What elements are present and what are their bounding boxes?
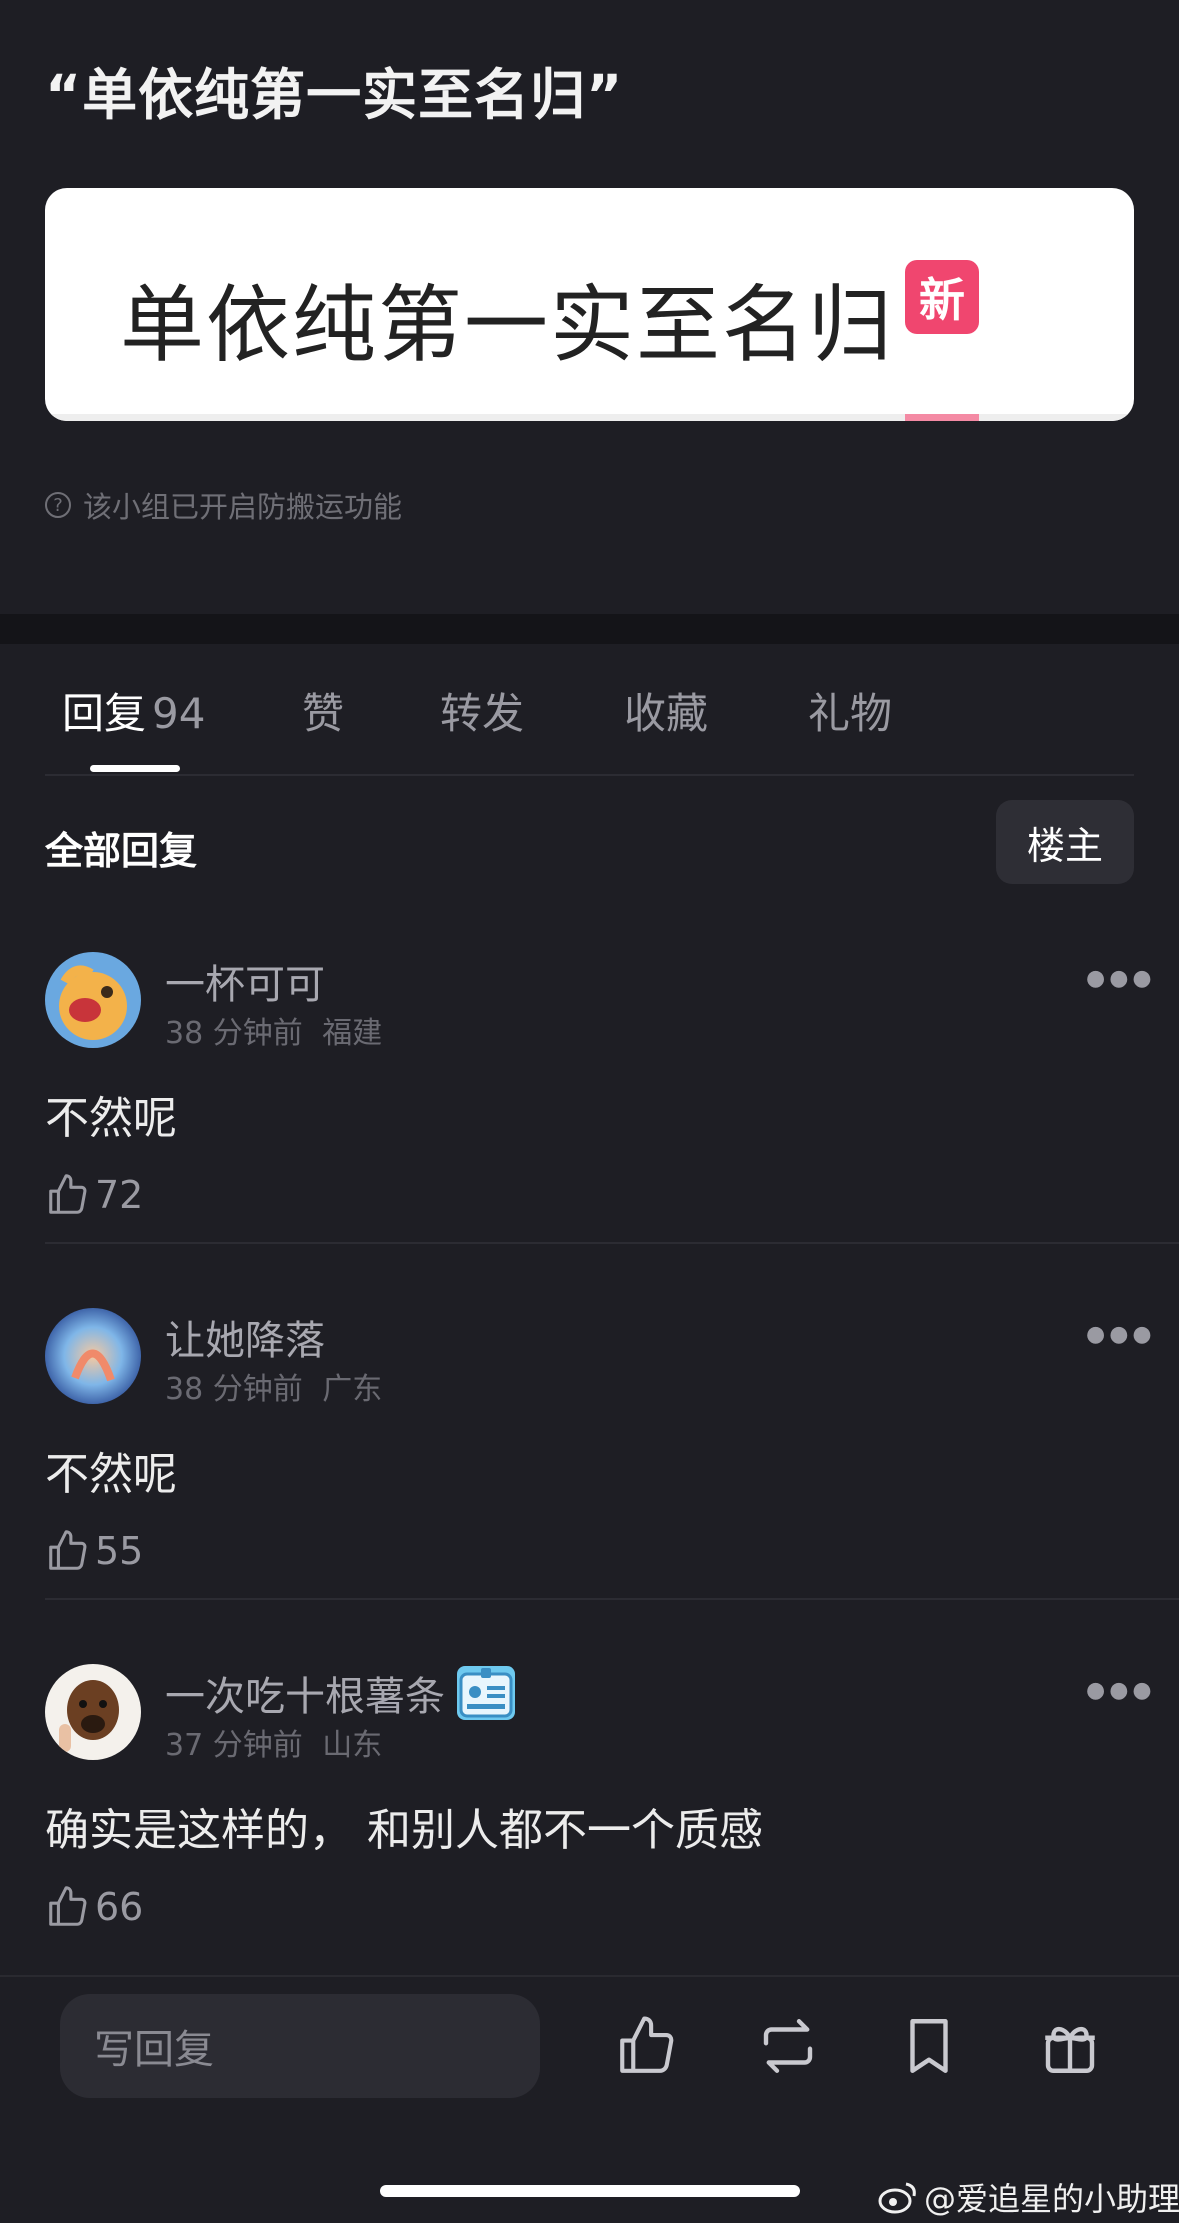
comment-meta: 38 分钟前 福建 <box>165 1008 382 1052</box>
avatar[interactable] <box>45 1664 141 1760</box>
bookmark-icon[interactable] <box>896 2013 962 2079</box>
more-options-icon[interactable]: ●●● <box>1086 1322 1156 1347</box>
section-divider <box>0 614 1179 644</box>
avatar[interactable] <box>45 1308 141 1404</box>
question-icon: ? <box>45 492 71 518</box>
home-indicator[interactable] <box>380 2185 800 2197</box>
comment-text: 不然呢 <box>45 1449 177 1500</box>
comment-location: 广东 <box>322 1372 383 1407</box>
post-title: “单依纯第一实至名归” <box>45 63 624 127</box>
thumbs-up-icon <box>49 1530 87 1570</box>
watermark-text: @爱追星的小助理 <box>924 2180 1179 2218</box>
anti-repost-text: 该小组已开启防搬运功能 <box>83 490 403 524</box>
comment-time: 37 分钟前 <box>165 1728 303 1763</box>
comment-text: 不然呢 <box>45 1093 177 1144</box>
thumbs-up-icon <box>49 1174 87 1214</box>
username[interactable]: 一次吃十根薯条 <box>165 1664 515 1722</box>
avatar[interactable] <box>45 952 141 1048</box>
more-options-icon[interactable]: ●●● <box>1086 966 1156 991</box>
comment-time: 38 分钟前 <box>165 1016 303 1051</box>
tab-replies-count: 94 <box>152 689 206 738</box>
new-badge: 新 <box>905 260 979 334</box>
comment-meta: 37 分钟前 山东 <box>165 1720 382 1764</box>
weibo-icon <box>878 2182 916 2214</box>
like-count: 66 <box>95 1885 144 1929</box>
like-count: 72 <box>95 1173 144 1217</box>
post-image[interactable]: 单依纯第一实至名归 新 <box>45 188 1134 421</box>
tab-replies[interactable]: 回复 94 <box>62 680 302 741</box>
like-button[interactable]: 72 <box>45 1172 143 1218</box>
like-icon[interactable] <box>614 2013 680 2079</box>
comment-divider <box>45 1242 1179 1244</box>
bottom-bar-divider <box>0 1975 1179 1977</box>
watermark: @爱追星的小助理 <box>878 2174 1179 2220</box>
more-options-icon[interactable]: ●●● <box>1086 1678 1156 1703</box>
tab-replies-label: 回复 <box>62 689 147 738</box>
gift-icon[interactable] <box>1037 2013 1103 2079</box>
tab-reposts[interactable]: 转发 <box>440 680 624 741</box>
active-tab-indicator <box>90 765 180 772</box>
comment-location: 山东 <box>322 1728 383 1763</box>
reply-input[interactable]: 写回复 <box>60 1994 540 2098</box>
comment-meta: 38 分钟前 广东 <box>165 1364 382 1408</box>
tabs-divider <box>45 774 1134 776</box>
comment-time: 38 分钟前 <box>165 1372 303 1407</box>
like-button[interactable]: 55 <box>45 1528 143 1574</box>
id-badge-icon <box>457 1666 515 1720</box>
tab-bar: 回复 94 赞 转发 收藏 礼物 <box>62 680 892 741</box>
like-count: 55 <box>95 1529 144 1573</box>
image-text: 单依纯第一实至名归 <box>120 276 895 374</box>
repost-icon[interactable] <box>755 2013 821 2079</box>
tab-gifts[interactable]: 礼物 <box>808 680 892 741</box>
like-button[interactable]: 66 <box>45 1884 143 1930</box>
owner-only-button[interactable]: 楼主 <box>996 800 1134 884</box>
image-peek-badge <box>905 414 979 421</box>
username-text: 一次吃十根薯条 <box>165 1674 445 1720</box>
comment-location: 福建 <box>322 1016 383 1051</box>
all-replies-title: 全部回复 <box>45 829 198 873</box>
thumbs-up-icon <box>49 1886 87 1926</box>
anti-repost-note: ? 该小组已开启防搬运功能 <box>45 484 402 526</box>
username[interactable]: 一杯可可 <box>165 952 325 1010</box>
tab-likes[interactable]: 赞 <box>302 680 440 741</box>
comment-text: 确实是这样的， 和别人都不一个质感 <box>45 1805 763 1856</box>
tab-favorites[interactable]: 收藏 <box>624 680 808 741</box>
username[interactable]: 让她降落 <box>165 1308 325 1366</box>
comment-divider <box>45 1598 1179 1600</box>
